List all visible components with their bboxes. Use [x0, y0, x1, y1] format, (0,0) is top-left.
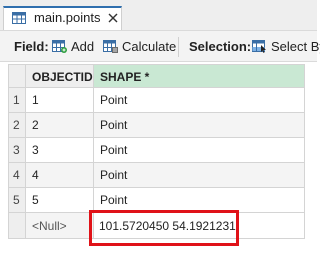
objectid-cell[interactable]: 2: [26, 113, 94, 138]
shape-cell[interactable]: Point: [94, 138, 305, 163]
field-label: Field:: [14, 39, 49, 54]
toolbar-divider: [178, 37, 179, 57]
objectid-cell[interactable]: 1: [26, 88, 94, 113]
shape-cell[interactable]: Point: [94, 88, 305, 113]
add-field-icon: [52, 40, 67, 53]
objectid-cell[interactable]: 3: [26, 138, 94, 163]
select-all-corner[interactable]: [8, 64, 26, 88]
new-row-objectid-cell[interactable]: <Null>: [26, 213, 94, 239]
select-by-label: Select By: [271, 39, 320, 54]
add-field-label: Add: [71, 39, 95, 54]
objectid-cell[interactable]: 4: [26, 163, 94, 188]
shape-cell[interactable]: Point: [94, 163, 305, 188]
tab-title: main.points: [34, 10, 101, 25]
row-number[interactable]: 5: [8, 188, 26, 213]
objectid-cell[interactable]: 5: [26, 188, 94, 213]
selection-label: Selection:: [189, 39, 252, 54]
row-number[interactable]: 3: [8, 138, 26, 163]
select-by-attributes-icon: [252, 40, 266, 53]
calculate-field-icon: [103, 40, 118, 53]
close-icon[interactable]: [108, 13, 118, 23]
tab-main-points[interactable]: main.points: [3, 6, 122, 30]
row-number[interactable]: 1: [8, 88, 26, 113]
shape-cell[interactable]: Point: [94, 113, 305, 138]
table-icon: [12, 12, 26, 24]
highlight-box: [89, 210, 239, 246]
calculate-field-label: Calculate: [122, 39, 177, 54]
table-toolbar: Field: Add Calculate Selection: Select B: [0, 30, 320, 62]
column-header-objectid[interactable]: OBJECTID *: [26, 64, 94, 88]
column-header-shape[interactable]: SHAPE *: [94, 64, 305, 88]
new-row-number[interactable]: [8, 213, 26, 239]
row-number[interactable]: 4: [8, 163, 26, 188]
tab-strip: main.points: [0, 0, 317, 30]
row-number[interactable]: 2: [8, 113, 26, 138]
